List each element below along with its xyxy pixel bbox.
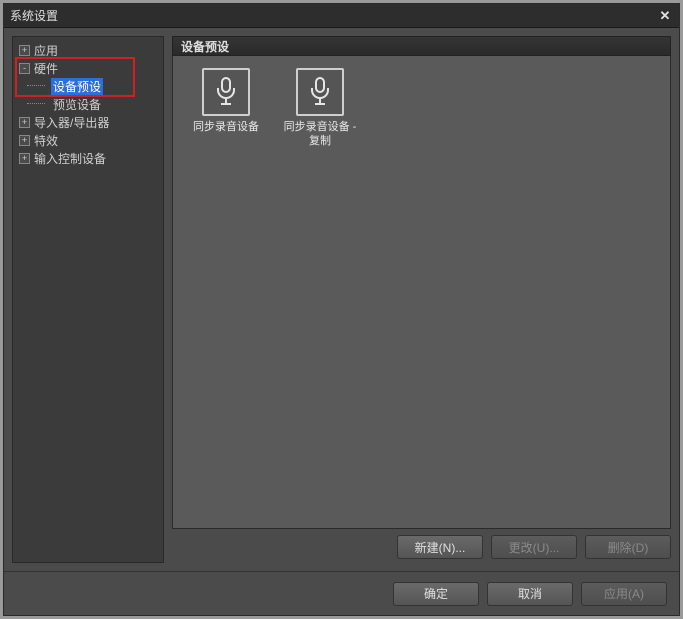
tree-item-importer-exporter[interactable]: + 导入器/导出器 — [13, 113, 163, 131]
expand-icon[interactable]: + — [19, 153, 30, 164]
microphone-icon — [202, 68, 250, 116]
panel-header: 设备预设 — [172, 36, 671, 56]
tree-item-input-control[interactable]: + 输入控制设备 — [13, 149, 163, 167]
tree-label: 设备预设 — [51, 78, 103, 95]
preset-item[interactable]: 同步录音设备 — [185, 68, 267, 134]
tree-item-app[interactable]: + 应用 — [13, 41, 163, 59]
new-button[interactable]: 新建(N)... — [397, 535, 483, 559]
window-body: + 应用 - 硬件 设备预设 预览设备 + 导入器/导出器 + 特效 — [4, 28, 679, 571]
preset-label: 同步录音设备 — [193, 120, 259, 134]
tree-label: 预览设备 — [51, 96, 103, 113]
tree-item-effects[interactable]: + 特效 — [13, 131, 163, 149]
window-title: 系统设置 — [10, 7, 657, 24]
preset-list: 同步录音设备 同步录音设备 - 复制 — [172, 56, 671, 529]
preset-item[interactable]: 同步录音设备 - 复制 — [279, 68, 361, 148]
main-panel: 设备预设 同步录音设备 同步录音设备 - 复制 新建(N)... 更改(U — [172, 36, 671, 563]
sidebar-tree: + 应用 - 硬件 设备预设 预览设备 + 导入器/导出器 + 特效 — [12, 36, 164, 563]
tree-item-hardware[interactable]: - 硬件 — [13, 59, 163, 77]
footer: 确定 取消 应用(A) — [4, 571, 679, 615]
collapse-icon[interactable]: - — [19, 63, 30, 74]
microphone-icon — [296, 68, 344, 116]
cancel-button[interactable]: 取消 — [487, 582, 573, 606]
tree-label: 特效 — [34, 132, 58, 149]
tree-label: 导入器/导出器 — [34, 114, 109, 131]
expand-icon[interactable]: + — [19, 135, 30, 146]
close-icon[interactable]: ✕ — [657, 8, 673, 24]
delete-button: 删除(D) — [585, 535, 671, 559]
expand-icon[interactable]: + — [19, 117, 30, 128]
tree-label: 输入控制设备 — [34, 150, 106, 167]
preset-label: 同步录音设备 - 复制 — [279, 120, 361, 148]
ok-button[interactable]: 确定 — [393, 582, 479, 606]
settings-window: 系统设置 ✕ + 应用 - 硬件 设备预设 预览设备 + 导入器/导出器 — [3, 3, 680, 616]
change-button: 更改(U)... — [491, 535, 577, 559]
titlebar: 系统设置 ✕ — [4, 4, 679, 28]
tree-item-preview-device[interactable]: 预览设备 — [13, 95, 163, 113]
tree-label: 硬件 — [34, 60, 58, 77]
apply-button: 应用(A) — [581, 582, 667, 606]
tree-label: 应用 — [34, 42, 58, 59]
expand-icon[interactable]: + — [19, 45, 30, 56]
tree-item-device-preset[interactable]: 设备预设 — [13, 77, 163, 95]
panel-button-row: 新建(N)... 更改(U)... 删除(D) — [172, 535, 671, 559]
